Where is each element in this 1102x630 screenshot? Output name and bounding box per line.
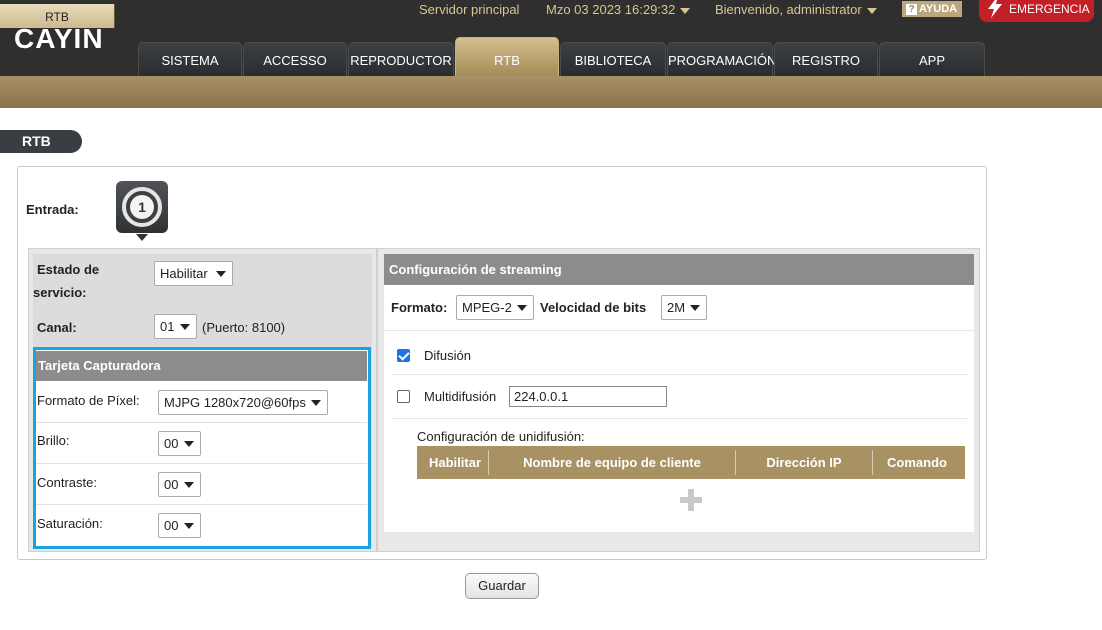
chevron-down-icon [180, 324, 190, 330]
chevron-down-icon [311, 400, 321, 406]
estado-value: Habilitar [160, 266, 208, 281]
saturacion-value: 00 [164, 518, 179, 533]
column-header-command: Comando [887, 455, 947, 470]
server-label: Servidor principal [419, 2, 520, 17]
emergency-label: EMERGENCIA [1009, 2, 1090, 16]
chevron-down-icon [690, 305, 700, 311]
pixel-format-label: Formato de Píxel: [37, 393, 140, 408]
brillo-label: Brillo: [37, 433, 70, 448]
column-header-client-name: Nombre de equipo de cliente [523, 455, 701, 470]
tab-sistema[interactable]: SISTEMA [138, 42, 242, 76]
lightning-icon [988, 0, 1002, 18]
chevron-down-icon [184, 441, 194, 447]
page-title: RTB [0, 130, 82, 153]
tab-biblioteca[interactable]: BIBLIOTECA [560, 42, 666, 76]
multicast-label: Multidifusión [424, 389, 497, 404]
tab-app[interactable]: APP [879, 42, 985, 76]
estado-label-line1: Estado de [37, 262, 100, 277]
selected-indicator-icon [136, 234, 148, 241]
puerto-note: (Puerto: 8100) [202, 320, 286, 335]
cayin-logo: CAYIN [14, 24, 104, 54]
canal-select[interactable]: 01 [154, 314, 197, 339]
contraste-label: Contraste: [37, 475, 97, 490]
tab-programacion[interactable]: PROGRAMACIÓN [667, 42, 776, 76]
svg-text:CAYIN: CAYIN [14, 24, 104, 54]
tab-reproductor[interactable]: REPRODUCTOR [348, 42, 454, 76]
input-ring-icon: 1 [122, 187, 162, 227]
emergency-button[interactable]: EMERGENCIA [979, 0, 1094, 22]
formato-label: Formato: [391, 300, 448, 315]
chevron-down-icon [184, 482, 194, 488]
chevron-down-icon [216, 271, 226, 277]
bitrate-label: Velocidad de bits [540, 300, 647, 315]
formato-select[interactable]: MPEG-2 [456, 295, 534, 320]
contraste-value: 00 [164, 477, 179, 492]
column-divider [376, 248, 378, 552]
brillo-row [36, 423, 367, 464]
unicast-table-header: Habilitar Nombre de equipo de cliente Di… [417, 446, 965, 479]
chevron-down-icon [680, 7, 691, 14]
streaming-title: Configuración de streaming [384, 254, 974, 285]
contraste-select[interactable]: 00 [158, 472, 201, 497]
canal-label: Canal: [37, 320, 77, 335]
canal-value: 01 [160, 319, 175, 334]
column-header-ip: Dirección IP [766, 455, 842, 470]
brillo-value: 00 [164, 436, 179, 451]
divider [392, 418, 967, 419]
chevron-down-icon [517, 305, 527, 311]
capture-card-title: Tarjeta Capturadora [36, 351, 367, 381]
welcome-text: Bienvenido, administrator [715, 2, 862, 17]
subtab-rtb[interactable]: RTB [0, 4, 115, 28]
saturacion-label: Saturación: [37, 516, 103, 531]
entrada-label: Entrada: [26, 202, 79, 217]
formato-value: MPEG-2 [462, 300, 512, 315]
pixel-format-select[interactable]: MJPG 1280x720@60fps [158, 390, 328, 415]
estado-select[interactable]: Habilitar [154, 261, 233, 286]
tab-rtb[interactable]: RTB [455, 37, 559, 76]
bitrate-value: 2M [667, 300, 686, 315]
help-icon: ? [906, 4, 917, 15]
sub-navigation [0, 76, 1102, 108]
bitrate-select[interactable]: 2M [661, 295, 707, 320]
chevron-down-icon [866, 7, 877, 14]
help-button[interactable]: ? AYUDA [902, 1, 962, 17]
help-label: AYUDA [919, 3, 958, 15]
saturacion-select[interactable]: 00 [158, 513, 201, 538]
save-button[interactable]: Guardar [465, 573, 539, 599]
broadcast-label: Difusión [424, 348, 471, 363]
input-1-button[interactable]: 1 [116, 181, 168, 233]
add-client-icon[interactable] [680, 489, 702, 511]
datetime-text: Mzo 03 2023 16:29:32 [546, 2, 676, 17]
brillo-select[interactable]: 00 [158, 431, 201, 456]
divider [392, 374, 967, 375]
multicast-checkbox[interactable] [397, 390, 410, 403]
tab-registro[interactable]: REGISTRO [774, 42, 878, 76]
multicast-ip-input[interactable]: 224.0.0.1 [509, 386, 667, 407]
divider [384, 330, 974, 331]
tab-accesso[interactable]: ACCESSO [243, 42, 347, 76]
chevron-down-icon [184, 523, 194, 529]
user-menu[interactable]: Bienvenido, administrator [715, 2, 877, 18]
datetime-menu[interactable]: Mzo 03 2023 16:29:32 [546, 2, 691, 18]
unicast-label: Configuración de unidifusión: [417, 429, 585, 444]
column-header-habilitar: Habilitar [428, 455, 481, 470]
input-number: 1 [130, 195, 154, 219]
estado-label-line2: servicio: [33, 285, 87, 300]
pixel-format-value: MJPG 1280x720@60fps [164, 395, 306, 410]
broadcast-checkbox[interactable] [397, 349, 410, 362]
